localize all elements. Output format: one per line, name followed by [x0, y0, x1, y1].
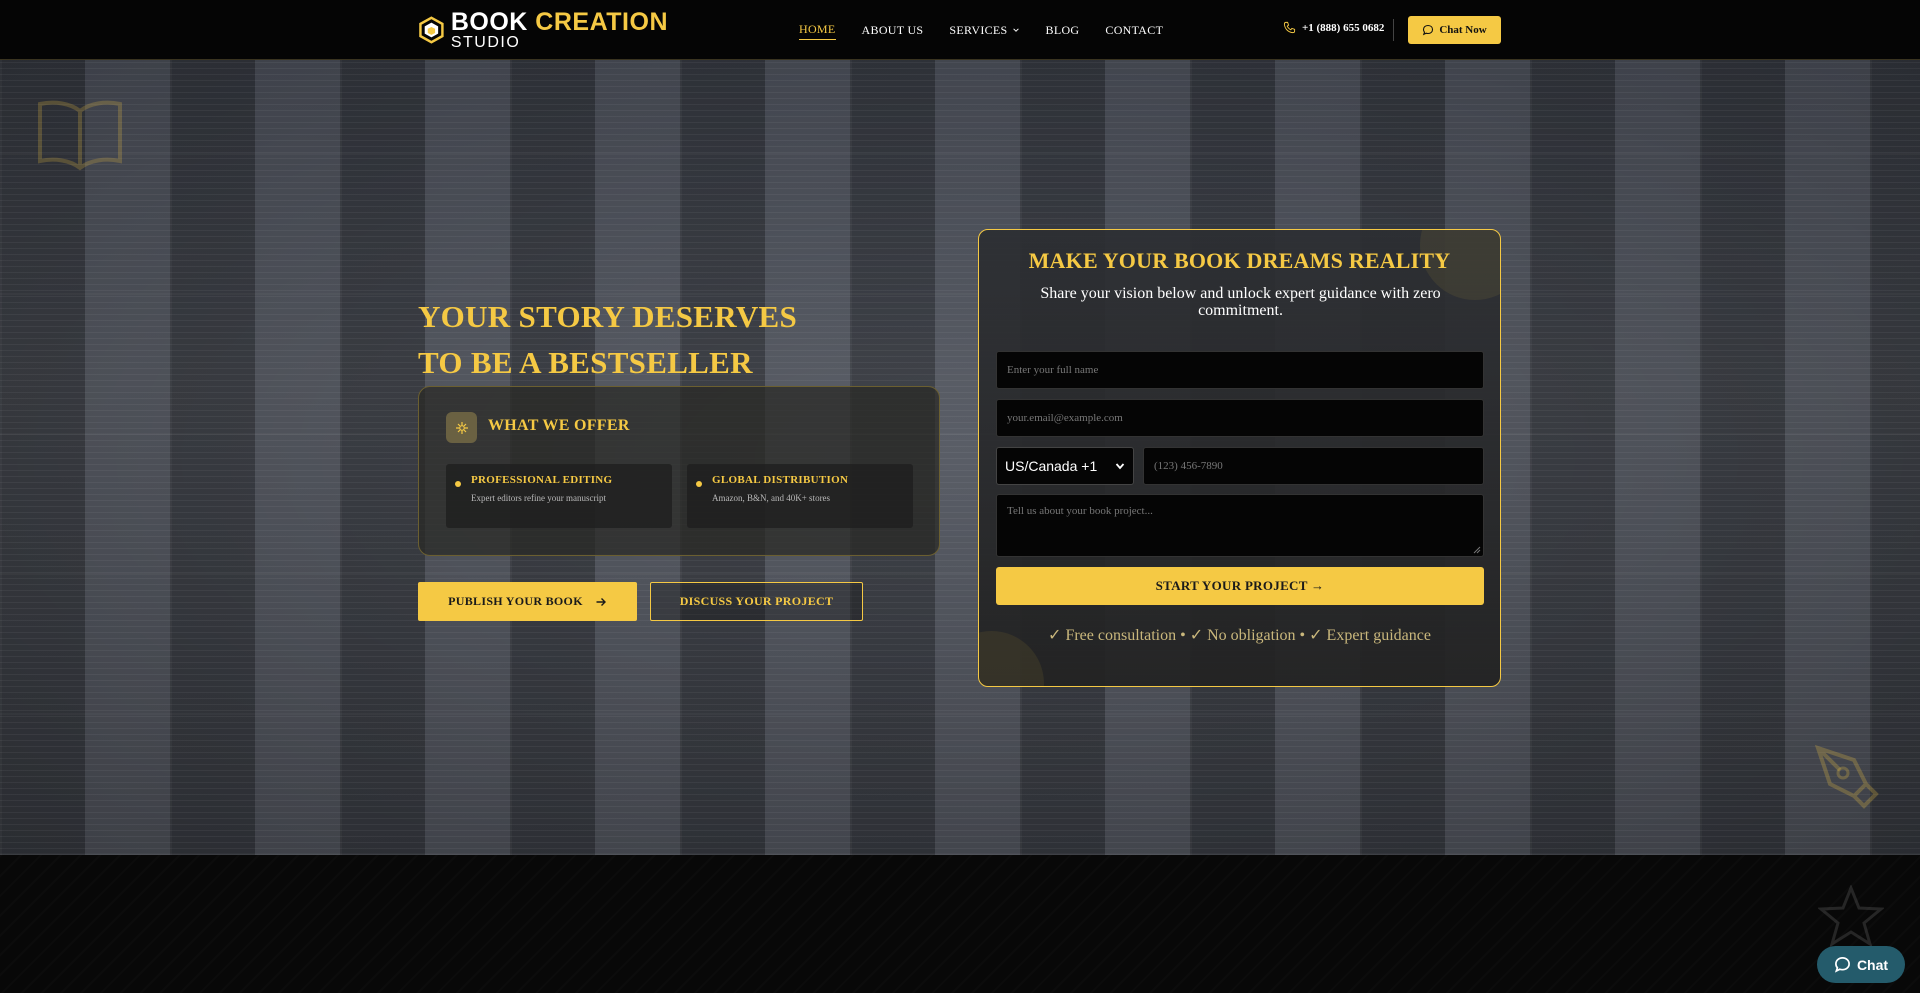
- nav-divider: [1393, 19, 1394, 41]
- hero-headline: YOUR STORY DESERVES TO BE A BESTSELLER: [418, 294, 797, 386]
- country-code-select[interactable]: US/Canada +1: [996, 447, 1134, 485]
- chat-now-label: Chat Now: [1439, 24, 1487, 36]
- full-name-input[interactable]: Enter your full name: [996, 351, 1484, 389]
- brand-logo[interactable]: BOOK CREATION STUDIO: [418, 8, 668, 52]
- email-input[interactable]: your.email@example.com: [996, 399, 1484, 437]
- open-book-icon: [38, 100, 122, 171]
- chat-widget-label: Chat: [1856, 956, 1889, 973]
- nav-item-blog[interactable]: BLOG: [1046, 20, 1080, 40]
- sparkle-icon: [455, 421, 468, 434]
- brand-name-part1: BOOK: [450, 7, 528, 36]
- chevron-down-icon: [1115, 463, 1125, 470]
- nav-item-about[interactable]: ABOUT US: [862, 20, 924, 40]
- phone-icon: [1283, 21, 1296, 34]
- phone-placeholder: (123) 456-7890: [1154, 460, 1223, 472]
- star-icon: [1818, 885, 1884, 947]
- discuss-your-project-button[interactable]: DISCUSS YOUR PROJECT: [650, 582, 863, 621]
- publish-button-label: PUBLISH YOUR BOOK: [448, 594, 583, 608]
- chat-now-button[interactable]: Chat Now: [1408, 16, 1501, 44]
- pen-nib-icon: [1814, 744, 1879, 809]
- feature-card-distribution: GLOBAL DISTRIBUTION Amazon, B&N, and 40K…: [687, 464, 913, 528]
- trust-line: ✓ Free consultation • ✓ No obligation • …: [1048, 627, 1431, 644]
- brand-name-part2: CREATION: [535, 7, 668, 36]
- start-your-project-button[interactable]: START YOUR PROJECT →: [996, 567, 1484, 605]
- phone-number: +1 (888) 655 0682: [1302, 21, 1385, 34]
- nav-label-about: ABOUT US: [861, 22, 924, 37]
- nav-label-blog: BLOG: [1045, 22, 1080, 37]
- bullet-dot-icon: [696, 481, 702, 487]
- main-menu: HOME ABOUT US SERVICES BLOG CONTACT: [799, 0, 1163, 60]
- nav-item-contact[interactable]: CONTACT: [1105, 20, 1163, 40]
- full-name-placeholder: Enter your full name: [1007, 364, 1099, 376]
- country-code-value: US/Canada +1: [1005, 458, 1098, 474]
- feature-card-editing: PROFESSIONAL EDITING Expert editors refi…: [446, 464, 672, 528]
- lead-form-card: MAKE YOUR BOOK DREAMS REALITY Share your…: [978, 229, 1501, 687]
- nav-label-contact: CONTACT: [1105, 22, 1164, 37]
- chevron-down-icon: [1012, 28, 1019, 32]
- feature-title: GLOBAL DISTRIBUTION: [712, 474, 849, 486]
- hero-headline-line2: TO BE A BESTSELLER: [418, 345, 753, 380]
- sparkle-badge: [446, 412, 477, 443]
- feature-description: Amazon, B&N, and 40K+ stores: [712, 493, 831, 503]
- message-placeholder: Tell us about your book project...: [1007, 505, 1153, 517]
- submit-label: START YOUR PROJECT →: [1155, 578, 1325, 593]
- chat-widget-button[interactable]: Chat: [1817, 946, 1905, 983]
- feature-title: PROFESSIONAL EDITING: [471, 474, 613, 486]
- form-subtitle: Share your vision below and unlock exper…: [1040, 285, 1441, 319]
- nav-label-home: HOME: [799, 22, 836, 36]
- arrow-right-icon: [596, 597, 606, 606]
- project-message-textarea[interactable]: Tell us about your book project...: [996, 494, 1484, 557]
- brand-name-part3: STUDIO: [450, 33, 521, 51]
- chat-bubble-icon: [1423, 24, 1434, 36]
- phone-input[interactable]: (123) 456-7890: [1143, 447, 1484, 485]
- bullet-dot-icon: [455, 481, 461, 487]
- email-placeholder: your.email@example.com: [1007, 412, 1123, 424]
- brand-wordmark: BOOK CREATION STUDIO: [450, 7, 668, 51]
- book-logo-icon: [419, 16, 444, 44]
- next-section: [0, 855, 1920, 993]
- offer-panel: WHAT WE OFFER PROFESSIONAL EDITING Exper…: [418, 386, 940, 556]
- form-title: MAKE YOUR BOOK DREAMS REALITY: [1028, 248, 1451, 273]
- nav-item-services[interactable]: SERVICES: [949, 20, 1019, 40]
- hero-section: [0, 60, 1920, 855]
- feature-description: Expert editors refine your manuscript: [471, 493, 606, 503]
- nav-label-services: SERVICES: [949, 22, 1008, 37]
- top-navigation: BOOK CREATION STUDIO HOME ABOUT US SERVI…: [0, 0, 1920, 60]
- hero-headline-line1: YOUR STORY DESERVES: [418, 299, 798, 334]
- offer-title: WHAT WE OFFER: [488, 417, 630, 434]
- phone-link[interactable]: +1 (888) 655 0682: [1283, 21, 1384, 34]
- discuss-button-label: DISCUSS YOUR PROJECT: [679, 594, 834, 608]
- nav-item-home[interactable]: HOME: [799, 20, 836, 40]
- publish-your-book-button[interactable]: PUBLISH YOUR BOOK: [418, 582, 637, 621]
- resize-handle-icon[interactable]: [1473, 546, 1481, 554]
- chat-bubble-icon: [1834, 957, 1850, 973]
